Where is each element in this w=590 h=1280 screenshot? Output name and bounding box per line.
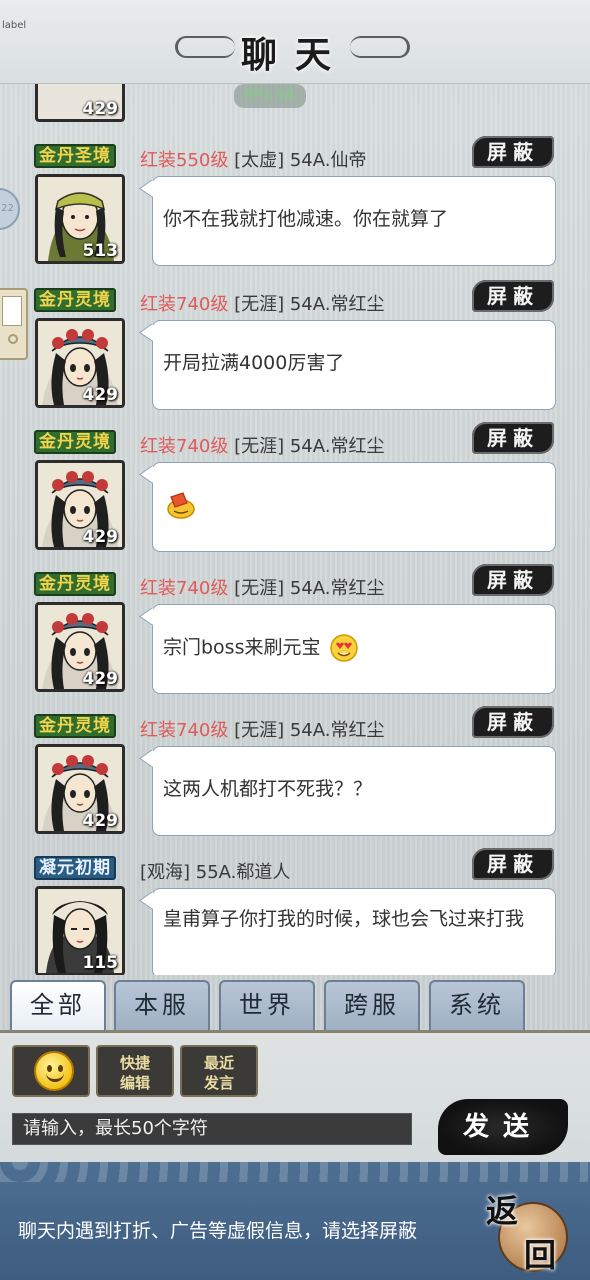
rank-badge: 金丹圣境	[34, 144, 116, 168]
avatar[interactable]: 429	[35, 602, 125, 692]
recent-messages-button[interactable]: 最近发言	[180, 1045, 258, 1097]
message-text: 皇甫算子你打我的时候，球也会飞过来打我	[163, 908, 525, 930]
sender-name[interactable]: [无涯] 54A.常红尘	[234, 436, 384, 457]
sender-line: 红装740级 [无涯] 54A.常红尘	[140, 716, 384, 742]
smiley-icon	[34, 1051, 74, 1091]
avatar[interactable]: 429	[35, 318, 125, 408]
wave-emoji-icon	[167, 492, 195, 519]
message-bubble: 这两人机都打不死我？？	[152, 746, 556, 836]
message-text: 开局拉满4000厉害了	[163, 352, 345, 374]
equip-label: 红装740级	[140, 578, 229, 599]
avatar[interactable]: 429	[35, 460, 125, 550]
avatar-level: 429	[82, 385, 119, 405]
avatar-level: 429	[82, 527, 119, 547]
avatar[interactable]: 115	[35, 886, 125, 975]
chat-message: 金丹灵境 429 红装740级 [无涯] 54A.常红尘 屏蔽	[0, 422, 590, 570]
equip-label: 红装740级	[140, 294, 229, 315]
send-button[interactable]: 发送	[438, 1099, 568, 1155]
device-screen	[2, 296, 22, 326]
sender-line: [观海] 55A.郗道人	[140, 858, 290, 884]
avatar-level: 429	[82, 811, 119, 831]
avatar-level: 115	[82, 953, 119, 973]
tab-all[interactable]: 全部	[10, 980, 106, 1030]
tab-system[interactable]: 系统	[429, 980, 525, 1030]
sender-line: 红装740级 [无涯] 54A.常红尘	[140, 432, 384, 458]
block-button[interactable]: 屏蔽	[472, 706, 554, 738]
sender-name[interactable]: [无涯] 54A.常红尘	[234, 720, 384, 741]
channel-tabs: 全部 本服 世界 跨服 系统	[0, 976, 590, 1032]
equip-label: 红装740级	[140, 436, 229, 457]
sender-name[interactable]: [无涯] 54A.常红尘	[234, 294, 384, 315]
block-button[interactable]: 屏蔽	[472, 422, 554, 454]
message-bubble: 开局拉满4000厉害了	[152, 320, 556, 410]
back-label-2: 回	[524, 1236, 557, 1274]
message-text: 这两人机都打不死我？？	[163, 778, 373, 800]
emoji-button[interactable]	[12, 1045, 90, 1097]
message-text: 你不在我就打他减速。你在就算了	[163, 208, 449, 230]
recent-messages-label: 最近发言	[203, 1054, 234, 1092]
chat-list[interactable]: 429 金丹圣境 513 红装550级 [太虚] 54A.仙帝 屏蔽 你不在我就…	[0, 0, 590, 975]
message-bubble: 宗门boss来刷元宝	[152, 604, 556, 694]
avatar[interactable]: 429	[35, 744, 125, 834]
message-bubble: 你不在我就打他减速。你在就算了	[152, 176, 556, 266]
footer-wave-decoration	[0, 1162, 590, 1182]
block-button[interactable]: 屏蔽	[472, 564, 554, 596]
device-button	[8, 334, 18, 344]
message-bubble: 皇甫算子你打我的时候，球也会飞过来打我	[152, 888, 556, 975]
block-button[interactable]: 屏蔽	[472, 280, 554, 312]
quick-edit-button[interactable]: 快捷编辑	[96, 1045, 174, 1097]
chat-message: 金丹灵境 429 红装740级 [无涯] 54A.常红尘 屏蔽 这两人机都打不死…	[0, 706, 590, 854]
rank-badge: 金丹灵境	[34, 572, 116, 596]
tab-cross-server[interactable]: 跨服	[324, 980, 420, 1030]
rank-badge: 金丹灵境	[34, 714, 116, 738]
sender-line: 红装550级 [太虚] 54A.仙帝	[140, 146, 366, 172]
page-title: 聊天	[240, 34, 349, 76]
sender-name[interactable]: [太虚] 54A.仙帝	[234, 150, 366, 171]
fps-counter: FPS 58	[234, 84, 306, 108]
equip-label: 红装740级	[140, 720, 229, 741]
chat-message: 金丹灵境 429 红装740级 [无涯] 54A.常红尘 屏蔽 宗门boss来刷…	[0, 564, 590, 712]
chat-message: 金丹灵境 429 红装740级 [无涯] 54A.常红尘 屏蔽 开局拉满4000…	[0, 280, 590, 428]
tab-world[interactable]: 世界	[219, 980, 315, 1030]
avatar-level: 429	[82, 669, 119, 689]
header-bar: 聊天	[0, 0, 590, 84]
message-text: 宗门boss来刷元宝	[163, 636, 321, 659]
chat-message: 金丹圣境 513 红装550级 [太虚] 54A.仙帝 屏蔽 你不在我就打他减速…	[0, 136, 590, 284]
rank-badge: 凝元初期	[34, 856, 116, 880]
input-panel: 快捷编辑 最近发言 请输入，最长50个字符 发送	[0, 1030, 590, 1162]
rank-badge: 金丹灵境	[34, 288, 116, 312]
sender-line: 红装740级 [无涯] 54A.常红尘	[140, 290, 384, 316]
partial-avatar-level: 429	[82, 99, 119, 119]
avatar-level: 513	[82, 241, 119, 261]
back-button[interactable]: 返 回	[484, 1186, 574, 1280]
tab-server[interactable]: 本服	[114, 980, 210, 1030]
footer-notice: 聊天内遇到打折、广告等虚假信息，请选择屏蔽	[18, 1220, 418, 1242]
block-button[interactable]: 屏蔽	[472, 136, 554, 168]
debug-label: label	[2, 20, 27, 31]
chat-message: 凝元初期 115 [观海] 55A.郗道人 屏蔽 皇甫算子你打我的时候，球也会飞…	[0, 848, 590, 975]
sender-name[interactable]: [无涯] 54A.常红尘	[234, 578, 384, 599]
block-button[interactable]: 屏蔽	[472, 848, 554, 880]
message-bubble	[152, 462, 556, 552]
side-device-icon[interactable]	[0, 288, 28, 360]
chat-input[interactable]: 请输入，最长50个字符	[12, 1113, 412, 1145]
equip-label: 红装550级	[140, 150, 229, 171]
back-label-1: 返	[486, 1192, 519, 1230]
sender-line: 红装740级 [无涯] 54A.常红尘	[140, 574, 384, 600]
heart-eyes-emoji-icon	[329, 634, 358, 662]
sender-name[interactable]: [观海] 55A.郗道人	[140, 862, 290, 883]
rank-badge: 金丹灵境	[34, 430, 116, 454]
quick-edit-label: 快捷编辑	[119, 1054, 150, 1092]
partial-avatar: 429	[35, 84, 125, 122]
avatar[interactable]: 513	[35, 174, 125, 264]
